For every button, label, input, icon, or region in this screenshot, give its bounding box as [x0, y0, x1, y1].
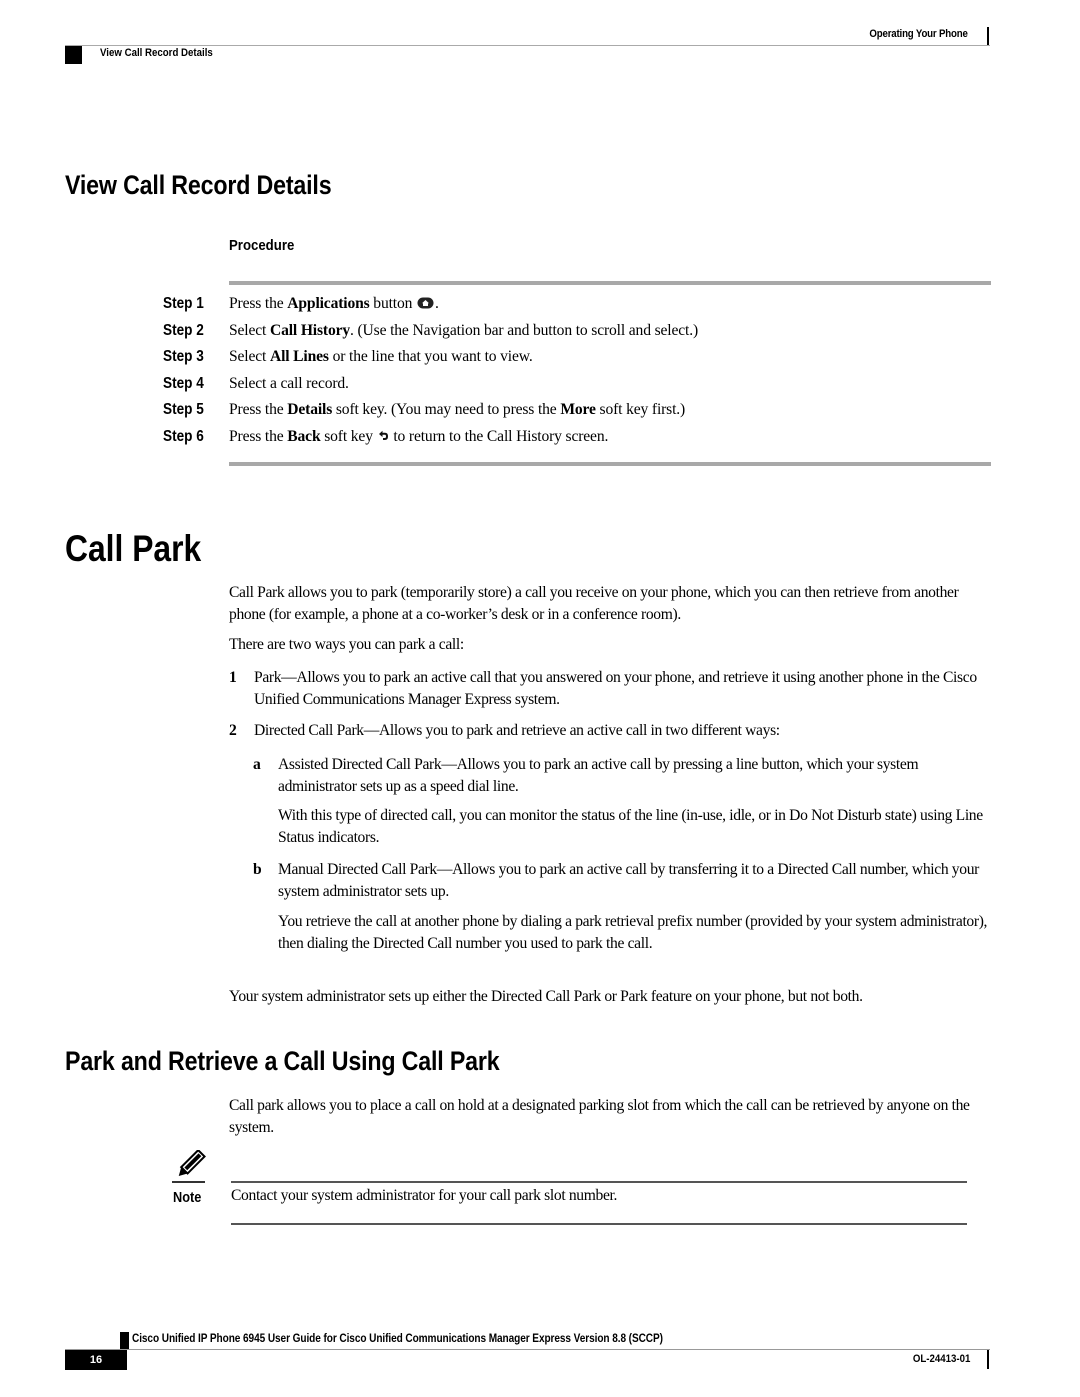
step-label: Step 2	[163, 321, 204, 339]
applications-button-icon	[417, 296, 434, 314]
procedure-label: Procedure	[229, 237, 295, 254]
header-block	[65, 46, 82, 64]
sub-list-item-text: Assisted Directed Call Park—Allows you t…	[278, 756, 919, 795]
step-label: Step 6	[163, 427, 204, 445]
step-text: Press the Details soft key. (You may nee…	[229, 401, 686, 419]
sub-list-item-extra: With this type of directed call, you can…	[278, 807, 983, 846]
call-park-ways-intro: There are two ways you can park a call:	[229, 636, 464, 653]
note-label-rule	[172, 1181, 205, 1183]
list-item: 2 Directed Call Park—Allows you to park …	[229, 720, 999, 742]
procedure-bottom-rule	[229, 462, 991, 466]
call-park-intro: Call Park allows you to park (temporaril…	[229, 584, 959, 623]
call-park-closing: Your system administrator sets up either…	[229, 988, 863, 1005]
list-item-number: 2	[229, 722, 237, 739]
header-section: View Call Record Details	[100, 47, 213, 59]
note-text: Contact your system administrator for yo…	[231, 1187, 618, 1204]
step-text: Select a call record.	[229, 374, 349, 392]
sub-list-item: a Assisted Directed Call Park—Allows you…	[253, 754, 998, 797]
document-id: OL-24413-01	[912, 1353, 970, 1365]
sub-list-item-extra: You retrieve the call at another phone b…	[278, 913, 988, 952]
sub-list-item-text: Manual Directed Call Park—Allows you to …	[278, 861, 979, 900]
note-bottom-rule	[231, 1223, 967, 1225]
header-chapter: Operating Your Phone	[869, 28, 968, 40]
step-text: Select Call History. (Use the Navigation…	[229, 321, 698, 339]
section-title-park-retrieve: Park and Retrieve a Call Using Call Park	[65, 1046, 500, 1076]
step-text: Press the Applications button .	[229, 295, 439, 314]
step-label: Step 3	[163, 348, 204, 366]
section-title-view-call-record: View Call Record Details	[65, 170, 332, 200]
footer-title: Cisco Unified IP Phone 6945 User Guide f…	[132, 1331, 663, 1345]
step-label: Step 4	[163, 374, 204, 392]
step-text: Select All Lines or the line that you wa…	[229, 348, 533, 366]
chapter-title-call-park: Call Park	[65, 528, 202, 569]
step-label: Step 1	[163, 295, 204, 312]
footer-bar-right	[987, 1350, 989, 1369]
sub-list-item-label: b	[253, 861, 262, 878]
step-row: Step 4 Select a call record.	[163, 375, 993, 402]
pencil-note-icon	[171, 1148, 207, 1185]
list-item: 1 Park—Allows you to park an active call…	[229, 667, 999, 710]
sub-list-item: b Manual Directed Call Park—Allows you t…	[253, 859, 998, 902]
step-row: Step 3 Select All Lines or the line that…	[163, 348, 993, 375]
header-bar-right	[987, 27, 989, 45]
note-label: Note	[173, 1189, 202, 1206]
footer-rule	[65, 1349, 990, 1350]
footer-block	[120, 1332, 129, 1349]
step-row: Step 5 Press the Details soft key. (You …	[163, 401, 993, 428]
list-item-text: Directed Call Park—Allows you to park an…	[254, 722, 780, 739]
step-row: Step 6 Press the Back soft key to return…	[163, 428, 993, 455]
step-row: Step 2 Select Call History. (Use the Nav…	[163, 322, 993, 349]
list-item-number: 1	[229, 669, 237, 686]
park-retrieve-intro: Call park allows you to place a call on …	[229, 1097, 970, 1136]
sub-list-item-label: a	[253, 756, 261, 773]
step-text: Press the Back soft key to return to the…	[229, 427, 609, 447]
page-number: 16	[65, 1350, 127, 1370]
header-rule	[65, 45, 990, 46]
list-item-text: Park—Allows you to park an active call t…	[254, 669, 977, 708]
step-label: Step 5	[163, 401, 204, 419]
note-top-rule	[231, 1181, 967, 1183]
back-arrow-icon	[378, 429, 389, 447]
step-row: Step 1 Press the Applications button .	[163, 295, 993, 322]
procedure-steps: Step 1 Press the Applications button . S…	[163, 295, 993, 455]
procedure-top-rule	[229, 281, 991, 285]
